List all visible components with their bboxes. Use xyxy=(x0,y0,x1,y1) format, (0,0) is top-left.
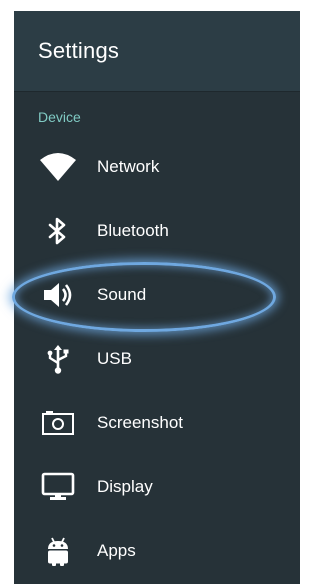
settings-menu: Network Bluetooth Sound USB Screenshot D… xyxy=(14,135,300,583)
menu-item-label: Network xyxy=(97,157,160,176)
menu-item-screenshot[interactable]: Screenshot xyxy=(14,391,300,455)
menu-item-label: Sound xyxy=(97,285,147,304)
menu-item-label: USB xyxy=(97,349,132,368)
menu-item-sound[interactable]: Sound xyxy=(14,263,300,327)
usb-icon xyxy=(38,339,78,379)
monitor-icon xyxy=(38,467,78,507)
menu-item-label: Bluetooth xyxy=(97,221,169,240)
menu-item-usb[interactable]: USB xyxy=(14,327,300,391)
menu-item-label: Display xyxy=(97,477,153,496)
menu-item-label: Screenshot xyxy=(97,413,183,432)
menu-item-apps[interactable]: Apps xyxy=(14,519,300,583)
android-icon xyxy=(38,531,78,571)
wifi-icon xyxy=(38,147,78,187)
speaker-icon xyxy=(38,275,78,315)
screenshot-icon xyxy=(38,403,78,443)
bluetooth-icon xyxy=(38,211,78,251)
settings-panel: Settings Device Network Bluetooth Sound … xyxy=(14,11,300,584)
section-label-device: Device xyxy=(38,109,81,125)
page-title: Settings xyxy=(38,38,120,63)
menu-item-bluetooth[interactable]: Bluetooth xyxy=(14,199,300,263)
settings-header: Settings xyxy=(14,11,300,92)
menu-item-network[interactable]: Network xyxy=(14,135,300,199)
menu-item-display[interactable]: Display xyxy=(14,455,300,519)
menu-item-label: Apps xyxy=(97,541,136,560)
